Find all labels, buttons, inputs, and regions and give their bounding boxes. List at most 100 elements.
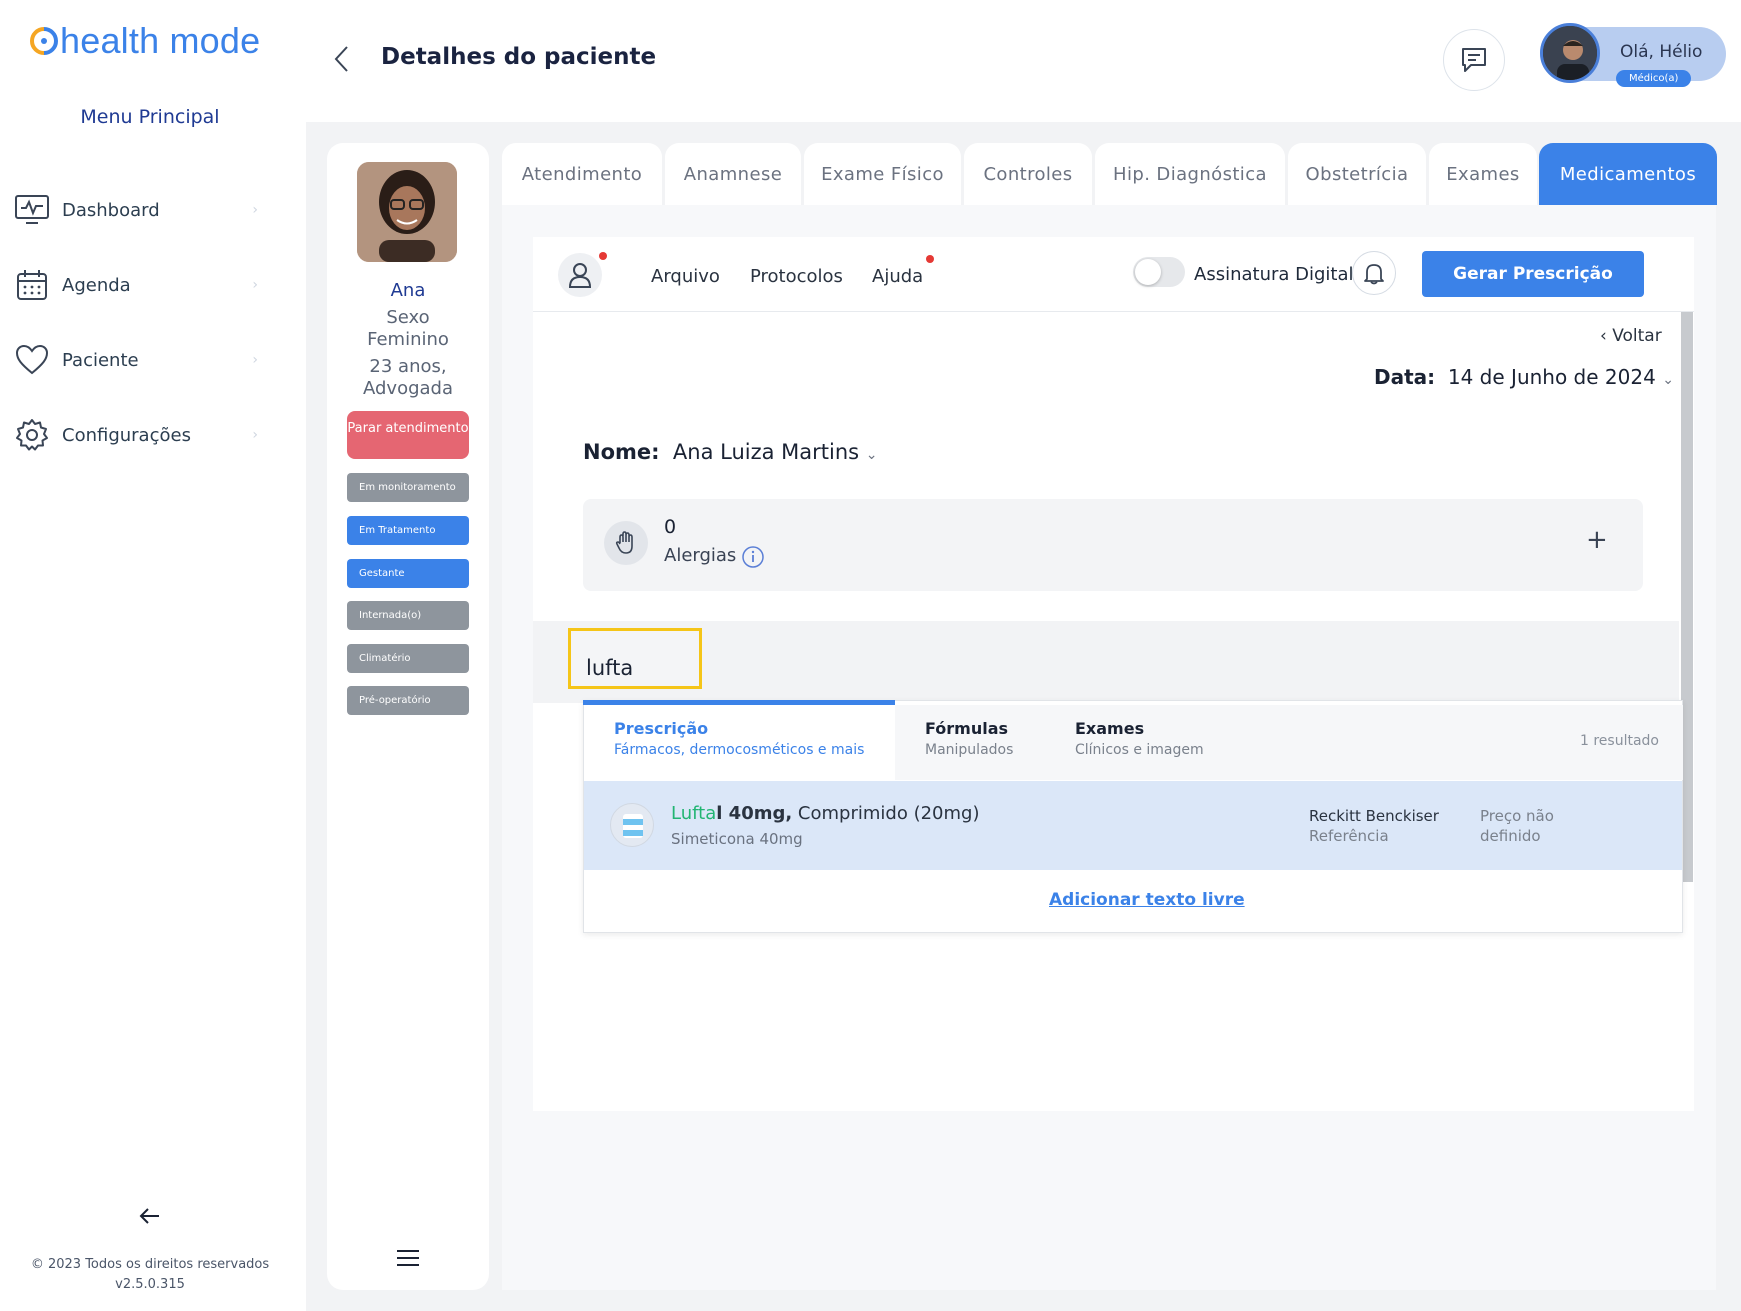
sidebar-item-label: Paciente bbox=[62, 349, 139, 371]
search-band bbox=[533, 621, 1679, 703]
date-selector[interactable]: Data: 14 de Junho de 2024 ⌄ bbox=[1374, 365, 1674, 389]
digital-signature-toggle[interactable] bbox=[1133, 257, 1185, 287]
info-icon[interactable] bbox=[741, 545, 765, 569]
pill-icon bbox=[610, 803, 654, 847]
logo-icon bbox=[30, 27, 58, 55]
patient-sex-label: Sexo bbox=[386, 307, 430, 328]
price-line-1: Preço não bbox=[1480, 807, 1554, 825]
result-name: Luftal 40mg, Comprimido (20mg) bbox=[671, 803, 979, 824]
sidebar-item-configuracoes[interactable]: Configurações › bbox=[12, 413, 262, 457]
chat-button[interactable] bbox=[1443, 29, 1505, 91]
allergy-count: 0 bbox=[664, 516, 677, 538]
patient-sex-value: Feminino bbox=[367, 329, 449, 350]
tab-controles[interactable]: Controles bbox=[964, 143, 1092, 205]
price-line-2: definido bbox=[1480, 827, 1541, 845]
tag-em-tratamento[interactable]: Em Tratamento bbox=[347, 516, 469, 545]
sidebar-item-paciente[interactable]: Paciente › bbox=[12, 338, 262, 382]
chevron-right-icon: › bbox=[252, 277, 258, 293]
gear-icon bbox=[12, 415, 52, 455]
avatar[interactable] bbox=[1540, 23, 1600, 83]
dropdown-tab-title: Fórmulas bbox=[925, 719, 1009, 738]
dropdown-tab-formulas[interactable]: Fórmulas Manipulados bbox=[925, 719, 1013, 758]
nome-label: Nome: bbox=[583, 440, 660, 464]
date-value: 14 de Junho de 2024 bbox=[1447, 365, 1656, 389]
page-title: Detalhes do paciente bbox=[381, 44, 657, 70]
hand-icon bbox=[604, 521, 648, 565]
voltar-link[interactable]: ‹ Voltar bbox=[1600, 326, 1662, 346]
sidebar: health mode Menu Principal Dashboard › A… bbox=[0, 0, 306, 1311]
tag-em-monitoramento[interactable]: Em monitoramento bbox=[347, 473, 469, 502]
chevron-right-icon: › bbox=[252, 352, 258, 368]
dropdown-tab-title: Prescrição bbox=[614, 719, 709, 738]
footer: © 2023 Todos os direitos reservados v2.5… bbox=[0, 1255, 300, 1295]
chevron-down-icon: ⌄ bbox=[865, 447, 878, 463]
stop-attendance-button[interactable]: Parar atendimento bbox=[347, 411, 469, 459]
chat-icon bbox=[1462, 48, 1486, 72]
tab-exame-fisico[interactable]: Exame Físico bbox=[804, 143, 961, 205]
result-name-match: Lufta bbox=[671, 803, 717, 824]
toggle-knob bbox=[1135, 259, 1161, 285]
tab-exames[interactable]: Exames bbox=[1429, 143, 1537, 205]
profile-button[interactable] bbox=[558, 253, 602, 297]
menu-protocolos[interactable]: Protocolos bbox=[750, 266, 843, 287]
patient-photo bbox=[357, 162, 457, 262]
medication-search-input[interactable] bbox=[568, 628, 702, 689]
sidebar-item-dashboard[interactable]: Dashboard › bbox=[12, 188, 262, 232]
tab-medicamentos[interactable]: Medicamentos bbox=[1539, 143, 1717, 205]
result-name-bold: l 40mg, bbox=[716, 803, 793, 824]
tag-gestante[interactable]: Gestante bbox=[347, 559, 469, 588]
dropdown-tab-title: Exames bbox=[1075, 719, 1145, 738]
menu-ajuda[interactable]: Ajuda bbox=[872, 266, 923, 287]
add-allergy-button[interactable]: + bbox=[1586, 525, 1608, 555]
nome-value: Ana Luiza Martins bbox=[672, 440, 860, 464]
active-tab-indicator bbox=[583, 700, 895, 705]
bell-icon bbox=[1364, 264, 1384, 285]
chevron-down-icon: ⌄ bbox=[1662, 372, 1674, 388]
sidebar-item-label: Agenda bbox=[62, 274, 131, 296]
back-chevron-icon[interactable] bbox=[330, 44, 354, 74]
result-lab: Reckitt Benckiser Referência bbox=[1309, 806, 1439, 846]
dropdown-tab-subtitle: Fármacos, dermocosméticos e mais bbox=[614, 742, 865, 758]
dropdown-tab-exames[interactable]: Exames Clínicos e imagem bbox=[1075, 719, 1204, 758]
tab-anamnese[interactable]: Anamnese bbox=[665, 143, 801, 205]
dropdown-tab-subtitle: Manipulados bbox=[925, 742, 1014, 758]
date-label: Data: bbox=[1374, 365, 1436, 389]
hamburger-menu-icon[interactable] bbox=[396, 1248, 420, 1268]
health-mode-logo[interactable]: health mode bbox=[28, 20, 260, 62]
result-substance: Simeticona 40mg bbox=[671, 830, 803, 848]
sidebar-item-label: Configurações bbox=[62, 424, 191, 446]
allergy-label: Alergias bbox=[664, 545, 737, 566]
logo-text: health mode bbox=[60, 20, 261, 61]
dropdown-tab-prescricao[interactable]: Prescrição Fármacos, dermocosméticos e m… bbox=[614, 719, 864, 758]
patient-name: Ana bbox=[390, 280, 426, 301]
lab-name: Reckitt Benckiser bbox=[1309, 807, 1439, 825]
menu-title: Menu Principal bbox=[80, 106, 220, 128]
arrow-left-icon[interactable] bbox=[138, 1204, 162, 1228]
patient-name-selector[interactable]: Nome: Ana Luiza Martins ⌄ bbox=[583, 440, 878, 464]
copyright-text: © 2023 Todos os direitos reservados bbox=[30, 1257, 270, 1272]
version-text: v2.5.0.315 bbox=[115, 1277, 185, 1292]
tag-climaterio[interactable]: Climatério bbox=[347, 644, 469, 673]
chevron-right-icon: › bbox=[252, 427, 258, 443]
notification-dot bbox=[599, 252, 607, 260]
tab-obstetricia[interactable]: Obstetrícia bbox=[1288, 143, 1426, 205]
chevron-right-icon: › bbox=[252, 202, 258, 218]
digital-signature-label: Assinatura Digital bbox=[1194, 264, 1354, 285]
tab-atendimento[interactable]: Atendimento bbox=[502, 143, 662, 205]
user-role-badge: Médico(a) bbox=[1616, 70, 1692, 87]
sidebar-item-agenda[interactable]: Agenda › bbox=[12, 263, 262, 307]
add-free-text-link[interactable]: Adicionar texto livre bbox=[1049, 890, 1245, 910]
patient-occupation: Advogada bbox=[363, 378, 453, 399]
tag-internada[interactable]: Internada(o) bbox=[347, 601, 469, 630]
tab-hip-diagnostica[interactable]: Hip. Diagnóstica bbox=[1095, 143, 1285, 205]
user-greeting: Olá, Hélio bbox=[1620, 42, 1703, 62]
result-count: 1 resultado bbox=[1580, 733, 1659, 749]
menu-arquivo[interactable]: Arquivo bbox=[651, 266, 720, 287]
heart-icon bbox=[12, 340, 52, 380]
notifications-button[interactable] bbox=[1352, 251, 1396, 295]
tag-pre-operatorio[interactable]: Pré-operatório bbox=[347, 686, 469, 715]
monitor-icon bbox=[12, 190, 52, 230]
chevron-left-icon: ‹ bbox=[1600, 326, 1613, 346]
dropdown-tab-subtitle: Clínicos e imagem bbox=[1075, 742, 1204, 758]
generate-prescription-button[interactable]: Gerar Prescrição bbox=[1422, 251, 1644, 297]
